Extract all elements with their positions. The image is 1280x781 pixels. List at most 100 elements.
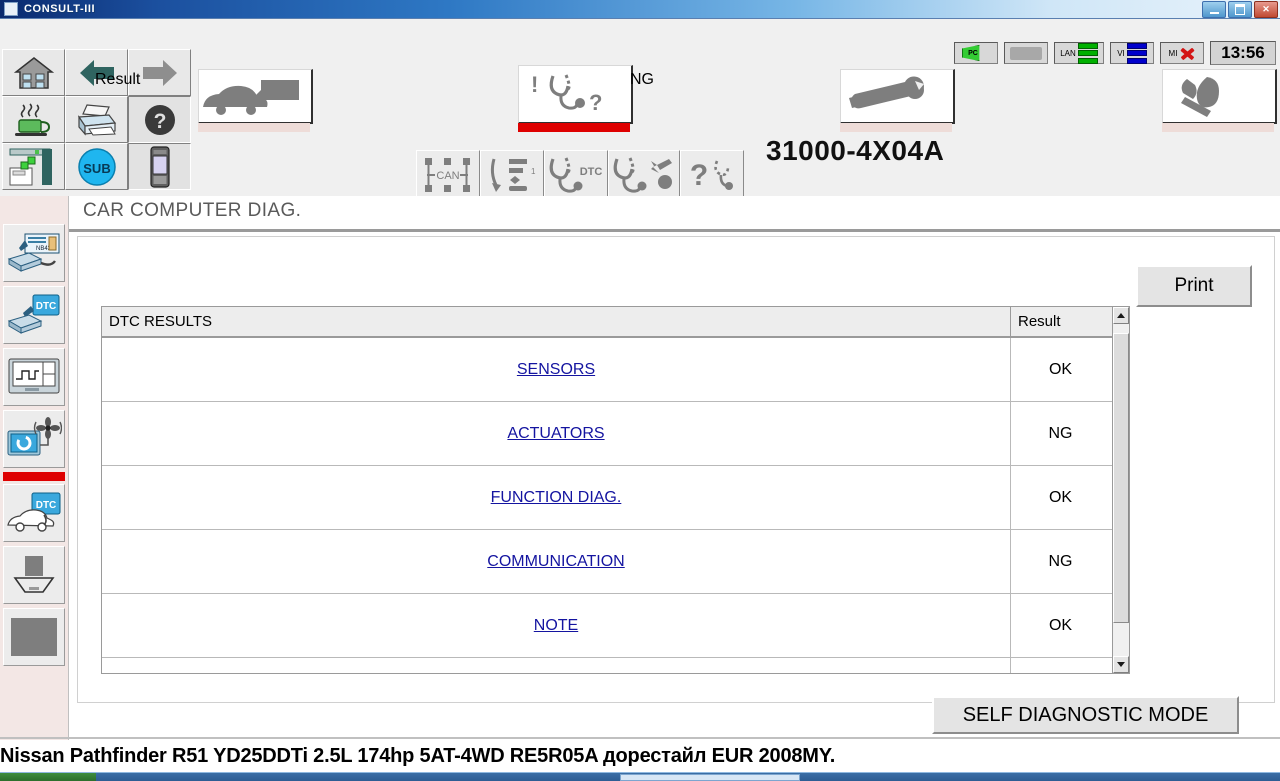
mobile-button[interactable] <box>128 143 191 190</box>
svg-text:?: ? <box>153 110 166 133</box>
dtc-link-communication[interactable]: COMMUNICATION <box>487 553 624 571</box>
table-cell-item: NOTE <box>102 594 1010 657</box>
help-diag-button[interactable]: ? <box>680 150 744 200</box>
printer-icon <box>77 103 116 136</box>
dtc-link-function-diag[interactable]: FUNCTION DIAG. <box>491 489 622 507</box>
network-button[interactable] <box>2 143 65 190</box>
window-title: CONSULT-III <box>24 3 96 15</box>
diag-mode-button-row: CAN 1 DTC ? <box>416 150 744 200</box>
table-cell-item: OTHERS <box>102 658 1010 673</box>
maintenance-underline <box>840 123 952 132</box>
minimize-button[interactable] <box>1202 1 1226 18</box>
diagnosis-underline-active <box>518 123 630 132</box>
dtc-results-table: DTC RESULTS Result SENSORS OK ACTUATORS … <box>101 306 1130 674</box>
table-row: SENSORS OK <box>102 338 1129 402</box>
table-cell-result: OK <box>1010 338 1110 401</box>
svg-text:1: 1 <box>531 167 536 176</box>
diagnosis-button[interactable]: ! ? <box>518 65 633 124</box>
help-button[interactable]: ? <box>128 96 191 143</box>
dtc-link-actuators[interactable]: ACTUATORS <box>507 425 604 443</box>
table-header-row: DTC RESULTS Result <box>102 307 1129 338</box>
window-controls: ✕ <box>1202 1 1278 18</box>
sidebar-item-vi-nb435[interactable]: NB435 <box>3 224 65 282</box>
vi-dtc-icon: DTC <box>7 294 60 334</box>
can-diag-button[interactable]: CAN <box>416 150 480 200</box>
vehicle-with-plate-icon <box>203 80 299 115</box>
oscilloscope-screen-icon <box>8 358 60 394</box>
scroll-down-button[interactable] <box>1113 656 1129 673</box>
dtc-link-sensors[interactable]: SENSORS <box>517 361 595 379</box>
data-monitor-button[interactable]: 1 <box>480 150 544 200</box>
table-row: NOTE OK <box>102 594 1129 658</box>
mi-status-label: MI <box>1168 48 1178 58</box>
maintenance-button[interactable] <box>840 69 955 124</box>
self-diagnostic-mode-button[interactable]: SELF DIAGNOSTIC MODE <box>932 696 1239 734</box>
sidebar-item-car-dtc[interactable]: DTC <box>3 484 65 542</box>
vehicle-select-underline <box>198 123 310 132</box>
monitor-fan-icon <box>7 417 62 456</box>
dtc-work-support-button[interactable]: DTC <box>544 150 608 200</box>
print-button-top[interactable] <box>65 96 128 143</box>
disconnected-x-icon <box>1179 46 1195 61</box>
table-header-result: Result <box>1010 307 1110 336</box>
home-button[interactable] <box>2 49 65 96</box>
window-titlebar: CONSULT-III ✕ <box>0 0 1280 19</box>
svg-text:SUB: SUB <box>83 161 110 176</box>
arrow-down-icon <box>1117 662 1125 667</box>
table-row: OTHERS OK <box>102 658 1129 673</box>
coffee-cup-icon <box>14 102 50 136</box>
table-cell-item: ACTUATORS <box>102 402 1010 465</box>
lan-status-indicator: LAN <box>1054 42 1104 64</box>
table-cell-result: OK <box>1010 466 1110 529</box>
vi-card-nb435-icon: NB435 <box>7 233 60 272</box>
sub-button-icon: SUB <box>77 147 116 186</box>
content-bottom-divider <box>0 737 1280 739</box>
active-test-button[interactable] <box>608 150 680 200</box>
maximize-button[interactable] <box>1228 1 1252 18</box>
can-grid-icon: CAN <box>425 158 470 192</box>
sub-button[interactable]: SUB <box>65 143 128 190</box>
connection-status-bar: PC LAN VI MI 13:56 <box>954 41 1276 65</box>
scroll-up-button[interactable] <box>1113 307 1129 324</box>
rest-button[interactable] <box>2 96 65 143</box>
table-row: COMMUNICATION NG <box>102 530 1129 594</box>
title-divider <box>69 229 1280 232</box>
dtc-link-note[interactable]: NOTE <box>534 617 578 635</box>
pc-plug-icon: PC <box>962 45 980 61</box>
pc-status-label: PC <box>968 49 978 57</box>
arrow-right-icon <box>142 59 177 86</box>
wrench-icon <box>849 76 924 109</box>
vehicle-select-button[interactable] <box>198 69 313 124</box>
app-icon <box>4 2 18 16</box>
part-number: 31000-4X04A <box>766 135 945 166</box>
table-row: ACTUATORS NG <box>102 402 1129 466</box>
sidebar-item-vi-dtc[interactable]: DTC <box>3 286 65 344</box>
table-cell-result: OK <box>1010 658 1110 673</box>
hand-tool-button[interactable] <box>1162 69 1277 124</box>
svg-text:DTC: DTC <box>36 301 57 312</box>
minimize-icon <box>1209 11 1219 14</box>
list-arrow-icon: 1 <box>490 158 536 192</box>
sidebar-item-active-test-fan[interactable] <box>3 410 65 468</box>
table-cell-result: OK <box>1010 594 1110 657</box>
clock: 13:56 <box>1210 41 1276 65</box>
stethoscope-question-icon: ! ? <box>531 72 602 115</box>
lan-status-label: LAN <box>1060 48 1076 58</box>
table-vertical-scrollbar[interactable] <box>1112 307 1129 673</box>
hand-tool-icon <box>1181 77 1219 117</box>
gray-panel-icon <box>11 618 57 656</box>
question-mark-icon: ? <box>144 104 175 135</box>
close-button[interactable]: ✕ <box>1254 1 1278 18</box>
stethoscope-dtc-icon: DTC <box>549 157 602 193</box>
sidebar-item-blank-panel[interactable] <box>3 608 65 666</box>
sidebar-item-oscilloscope[interactable] <box>3 348 65 406</box>
car-monitor-dtc-icon: DTC <box>7 492 61 532</box>
table-cell-result: NG <box>1010 530 1110 593</box>
sidebar-item-download[interactable] <box>3 546 65 604</box>
svg-text:?: ? <box>690 159 708 192</box>
svg-text:?: ? <box>589 90 602 115</box>
print-button[interactable]: Print <box>1136 265 1252 307</box>
arrow-up-icon <box>1117 313 1125 318</box>
close-icon: ✕ <box>1262 4 1270 14</box>
scrollbar-thumb[interactable] <box>1113 333 1129 623</box>
